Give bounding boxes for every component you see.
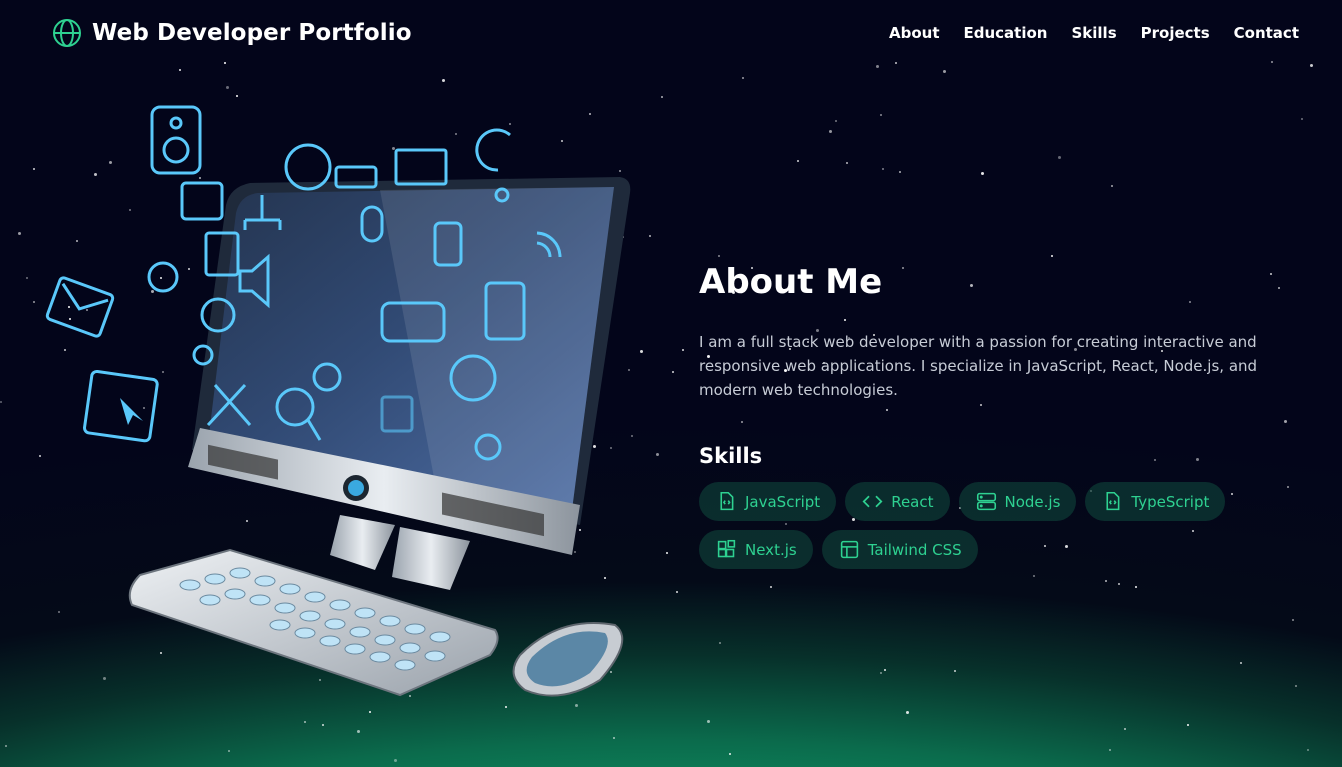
star xyxy=(1110,184,1113,187)
star xyxy=(0,401,3,404)
refresh-icon xyxy=(475,128,511,172)
star xyxy=(883,668,886,671)
star xyxy=(706,720,710,724)
star xyxy=(1051,255,1054,258)
skill-chip-nextjs[interactable]: Next.js xyxy=(699,530,813,569)
star xyxy=(5,744,7,747)
star xyxy=(879,113,882,116)
nav-link-about[interactable]: About xyxy=(889,24,940,42)
star xyxy=(942,70,946,74)
star xyxy=(829,129,833,133)
star xyxy=(980,172,984,176)
star xyxy=(718,641,721,644)
globe-icon xyxy=(53,19,81,47)
star xyxy=(178,68,181,71)
star xyxy=(613,736,616,739)
skill-label: React xyxy=(891,492,934,511)
star xyxy=(660,96,663,99)
star xyxy=(834,120,837,123)
monitor-icon xyxy=(394,148,448,186)
star xyxy=(846,162,849,165)
star xyxy=(1292,619,1295,622)
star xyxy=(718,255,721,258)
skill-chip-nodejs[interactable]: Node.js xyxy=(958,482,1077,521)
skill-chip-react[interactable]: React xyxy=(845,482,950,521)
grid-blocks-icon xyxy=(717,539,736,558)
mail-icon xyxy=(45,276,115,338)
skill-label: TypeScript xyxy=(1131,492,1210,511)
cursor-window-icon xyxy=(83,369,159,443)
star xyxy=(25,276,28,279)
star xyxy=(1301,118,1304,121)
skill-label: Next.js xyxy=(745,540,797,559)
skills-list: JavaScript React Node.js TypeScript Next… xyxy=(699,482,1259,569)
site-title: Web Developer Portfolio xyxy=(92,20,412,46)
nav-link-contact[interactable]: Contact xyxy=(1234,24,1299,42)
file-code-icon xyxy=(720,491,734,511)
about-heading: About Me xyxy=(699,262,883,302)
star xyxy=(1124,727,1127,730)
star xyxy=(225,86,229,90)
star xyxy=(1240,662,1243,665)
star xyxy=(1135,585,1138,588)
skill-label: JavaScript xyxy=(745,492,821,511)
nav-link-education[interactable]: Education xyxy=(964,24,1048,42)
star xyxy=(729,752,732,755)
skills-heading: Skills xyxy=(699,444,763,468)
about-section: About Me I am a full stack web developer… xyxy=(699,262,1309,569)
star xyxy=(769,586,772,589)
star xyxy=(1105,580,1108,583)
star xyxy=(675,590,678,593)
layout-icon xyxy=(840,540,858,559)
star xyxy=(1117,583,1120,586)
headphones-icon xyxy=(147,261,179,293)
chart-icon xyxy=(180,181,224,221)
code-brackets-icon xyxy=(862,495,883,508)
star xyxy=(682,349,685,352)
brand[interactable]: Web Developer Portfolio xyxy=(52,18,412,48)
main-nav: About Education Skills Projects Contact xyxy=(889,24,1299,42)
star xyxy=(1032,575,1035,578)
star xyxy=(33,300,36,303)
star xyxy=(1108,749,1111,752)
star xyxy=(671,370,674,373)
computer-illustration xyxy=(45,105,631,697)
star xyxy=(905,710,909,714)
star xyxy=(796,160,799,163)
file-code-icon xyxy=(1106,491,1120,511)
star xyxy=(356,729,360,733)
star xyxy=(1186,723,1189,726)
nav-link-skills[interactable]: Skills xyxy=(1071,24,1116,42)
skill-label: Tailwind CSS xyxy=(867,540,962,559)
skill-chip-typescript[interactable]: TypeScript xyxy=(1085,482,1226,521)
star xyxy=(954,670,957,673)
skill-label: Node.js xyxy=(1004,492,1061,511)
about-description: I am a full stack web developer with a p… xyxy=(699,333,1258,399)
monitor-stand xyxy=(330,515,395,570)
server-icon xyxy=(976,492,996,511)
star xyxy=(1295,685,1298,688)
star xyxy=(17,231,21,235)
site-header: Web Developer Portfolio About Education … xyxy=(0,0,1342,66)
skill-chip-tailwind[interactable]: Tailwind CSS xyxy=(821,530,978,569)
star xyxy=(899,170,902,173)
nav-link-projects[interactable]: Projects xyxy=(1141,24,1210,42)
star xyxy=(1307,748,1310,751)
star xyxy=(881,167,884,170)
star xyxy=(32,168,35,171)
mouse xyxy=(512,622,624,697)
star xyxy=(879,671,882,674)
star xyxy=(741,76,744,79)
star xyxy=(665,551,668,554)
star xyxy=(393,759,397,762)
star xyxy=(227,749,230,752)
star xyxy=(1057,155,1061,159)
skill-chip-javascript[interactable]: JavaScript xyxy=(699,482,837,521)
star xyxy=(442,79,446,83)
